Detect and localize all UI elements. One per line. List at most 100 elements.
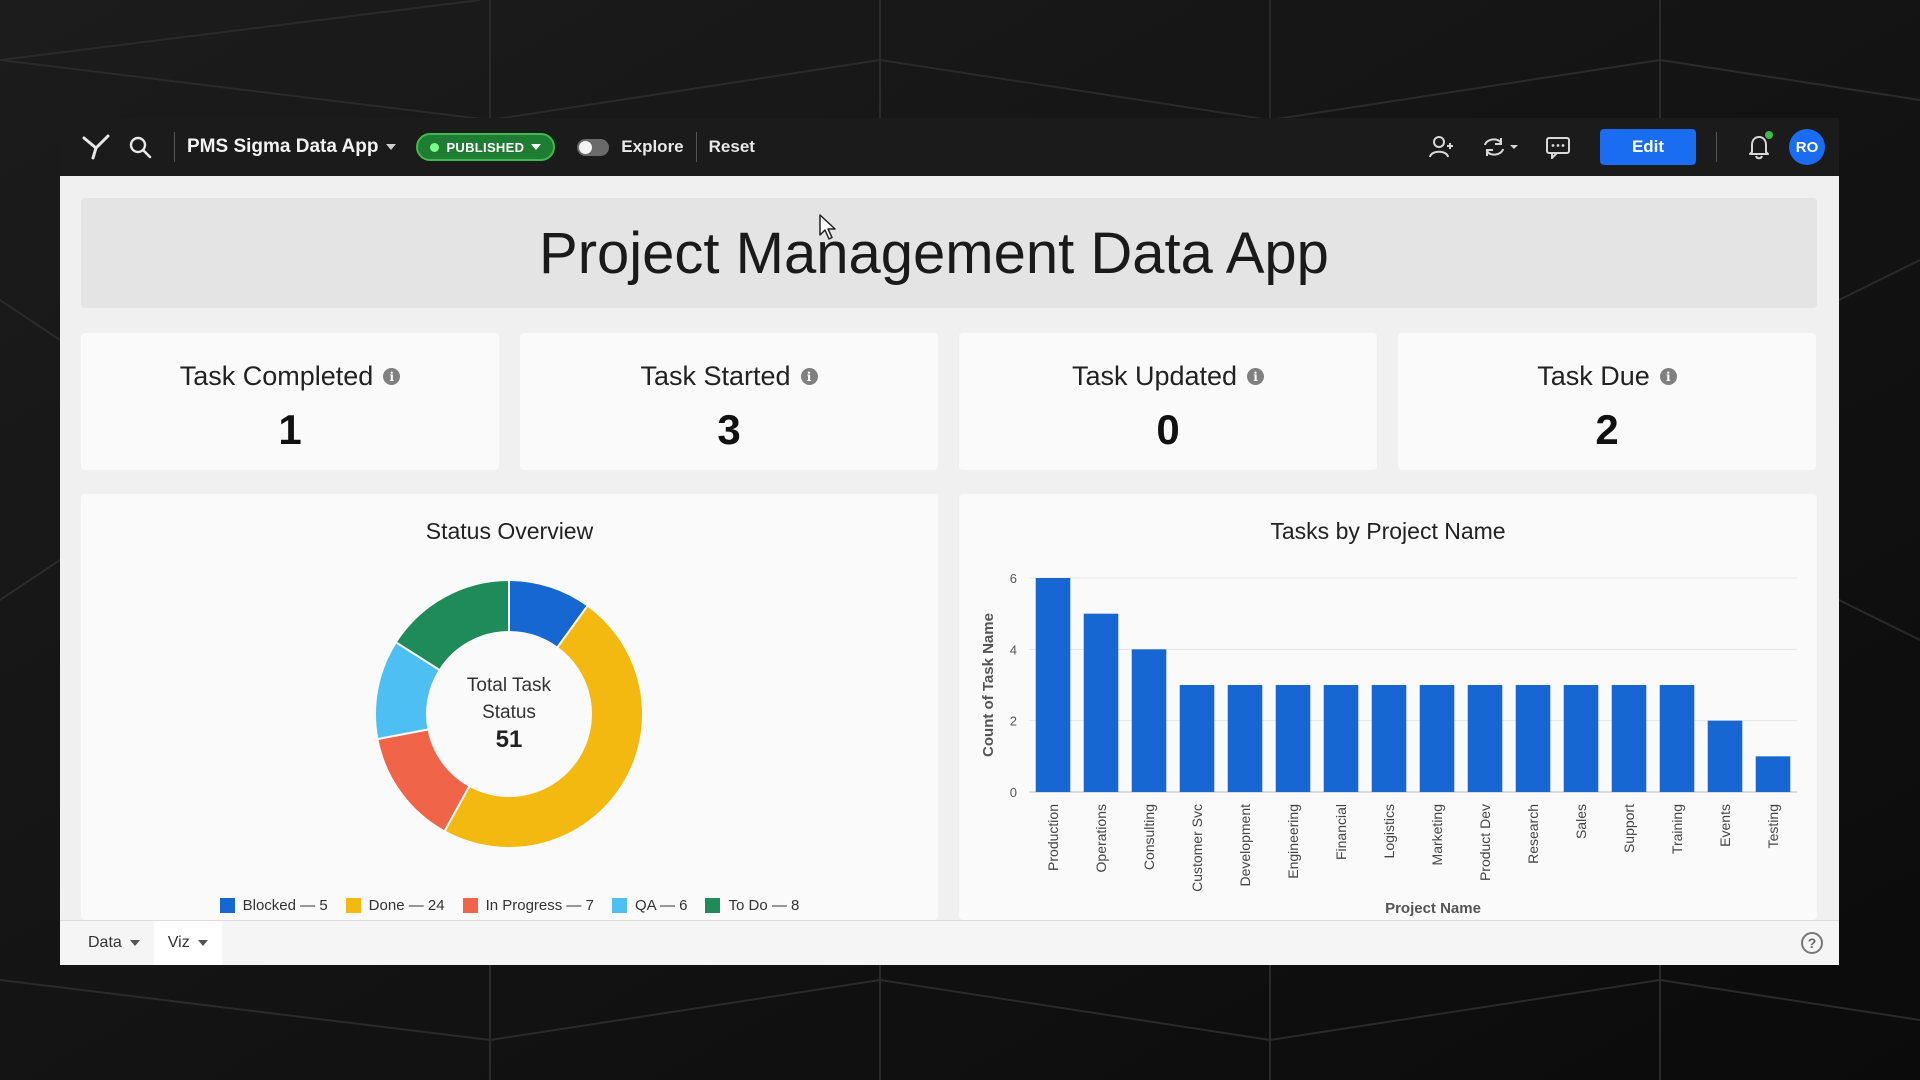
legend-label: Blocked — 5	[242, 897, 328, 914]
legend-label: Done — 24	[368, 897, 445, 914]
refresh-menu-icon[interactable]	[1472, 127, 1528, 167]
bar-development[interactable]	[1227, 685, 1263, 792]
legend-item[interactable]: Blocked — 5	[219, 897, 328, 914]
kpi-title: Task Due i	[1398, 361, 1816, 392]
sigma-logo-icon[interactable]	[74, 127, 118, 167]
published-status-button[interactable]: PUBLISHED	[416, 133, 556, 161]
legend-item[interactable]: Done — 24	[345, 897, 445, 914]
tab-data[interactable]: Data	[74, 921, 154, 965]
legend-swatch	[345, 898, 361, 913]
info-icon[interactable]: i	[383, 368, 401, 385]
x-tick-label: Support	[1621, 804, 1637, 853]
bar-financial[interactable]	[1323, 685, 1359, 792]
info-icon[interactable]: i	[800, 368, 818, 385]
bar-customer-svc[interactable]	[1179, 685, 1215, 792]
bar-operations[interactable]	[1083, 613, 1119, 792]
donut-chart: Total Task Status 51	[374, 578, 644, 849]
donut-center-value: 51	[496, 726, 523, 753]
kpi-value: 2	[1595, 406, 1619, 453]
x-tick-label: Operations	[1093, 804, 1109, 872]
legend-item[interactable]: To Do — 8	[705, 897, 799, 914]
x-tick-label: Research	[1525, 804, 1541, 864]
legend-label: To Do — 8	[728, 897, 800, 914]
info-icon[interactable]: i	[1247, 368, 1265, 385]
donut-slice-done[interactable]	[443, 604, 644, 849]
bar-product-dev[interactable]	[1467, 685, 1503, 792]
chevron-down-icon	[386, 144, 397, 150]
legend-label: In Progress — 7	[485, 897, 594, 914]
published-dot-icon	[430, 142, 440, 152]
legend-item[interactable]: QA — 6	[611, 897, 688, 914]
legend-item[interactable]: In Progress — 7	[462, 897, 594, 914]
bar-research[interactable]	[1515, 685, 1551, 792]
kpi-task-updated: Task Updated i 0	[959, 333, 1377, 470]
y-tick-label: 0	[1010, 785, 1017, 800]
bar-production[interactable]	[1035, 578, 1071, 792]
bar-marketing[interactable]	[1419, 685, 1455, 792]
bar-sales[interactable]	[1563, 685, 1599, 792]
info-icon[interactable]: i	[1659, 368, 1677, 385]
y-tick-label: 6	[1010, 571, 1017, 586]
x-tick-label: Product Dev	[1477, 804, 1493, 881]
edit-button[interactable]: Edit	[1600, 129, 1696, 165]
bar-training[interactable]	[1659, 685, 1695, 792]
legend-label: QA — 6	[634, 897, 688, 914]
kpi-task-completed: Task Completed i 1	[81, 333, 499, 470]
x-tick-label: Logistics	[1381, 804, 1397, 858]
legend-swatch	[705, 898, 721, 913]
page-tabs-bar: Data Viz ?	[60, 920, 1839, 965]
x-tick-label: Consulting	[1141, 804, 1157, 870]
x-tick-label: Development	[1237, 804, 1253, 887]
bar-events[interactable]	[1707, 720, 1743, 792]
kpi-title: Task Completed i	[81, 361, 499, 392]
app-name-menu[interactable]: PMS Sigma Data App	[187, 136, 397, 158]
donut-center-label: Total Task	[467, 675, 552, 696]
comment-icon[interactable]	[1536, 127, 1580, 167]
user-avatar[interactable]: RO	[1789, 129, 1825, 165]
kpi-title-label: Task Updated	[1071, 361, 1238, 391]
y-tick-label: 2	[1010, 714, 1017, 729]
kpi-task-due: Task Due i 2	[1398, 333, 1816, 470]
explore-toggle[interactable]	[577, 138, 610, 156]
bar-support[interactable]	[1611, 685, 1647, 792]
toolbar-right: Edit RO	[1420, 127, 1825, 167]
x-tick-label: Customer Svc	[1189, 804, 1205, 892]
status-overview-panel: Status Overview Total Task Status 51 Block…	[81, 494, 938, 920]
tab-label: Viz	[167, 934, 190, 951]
toolbar-divider	[695, 132, 697, 162]
help-icon[interactable]: ?	[1801, 932, 1823, 954]
x-axis-label: Project Name	[1385, 900, 1481, 917]
kpi-value: 0	[1156, 406, 1180, 453]
published-label: PUBLISHED	[446, 139, 525, 155]
legend-swatch	[462, 898, 478, 913]
toggle-knob	[579, 140, 593, 154]
explore-label: Explore	[621, 137, 684, 156]
toolbar-divider	[174, 132, 175, 162]
kpi-title: Task Updated i	[959, 361, 1377, 392]
tab-viz[interactable]: Viz	[153, 921, 222, 965]
title-card: Project Management Data App	[81, 198, 1817, 308]
kpi-value: 1	[278, 406, 302, 453]
x-tick-label: Engineering	[1285, 804, 1301, 879]
search-icon[interactable]	[118, 127, 162, 167]
tasks-by-project-panel: Tasks by Project Name 0 2 4 6 Production Oper…	[959, 494, 1817, 920]
notification-bell-icon[interactable]	[1737, 127, 1781, 167]
share-user-icon[interactable]	[1420, 127, 1464, 167]
toolbar-divider	[1716, 132, 1717, 162]
workbook-content: Project Management Data App Task Complet…	[60, 176, 1839, 920]
kpi-task-started: Task Started i 3	[520, 333, 938, 470]
bar-consulting[interactable]	[1131, 649, 1167, 792]
donut-center-label: Status	[482, 702, 536, 723]
page-title: Project Management Data App	[539, 220, 1329, 286]
legend-swatch	[611, 898, 627, 913]
x-tick-label: Testing	[1765, 804, 1781, 848]
chevron-down-icon	[129, 940, 140, 946]
bar-logistics[interactable]	[1371, 685, 1407, 792]
x-tick-label: Production	[1045, 804, 1061, 871]
reset-button[interactable]: Reset	[709, 137, 755, 157]
tab-label: Data	[88, 934, 122, 951]
bar-testing[interactable]	[1755, 756, 1791, 792]
bar-engineering[interactable]	[1275, 685, 1311, 792]
kpi-title: Task Started i	[520, 361, 938, 392]
y-tick-label: 4	[1010, 642, 1017, 657]
